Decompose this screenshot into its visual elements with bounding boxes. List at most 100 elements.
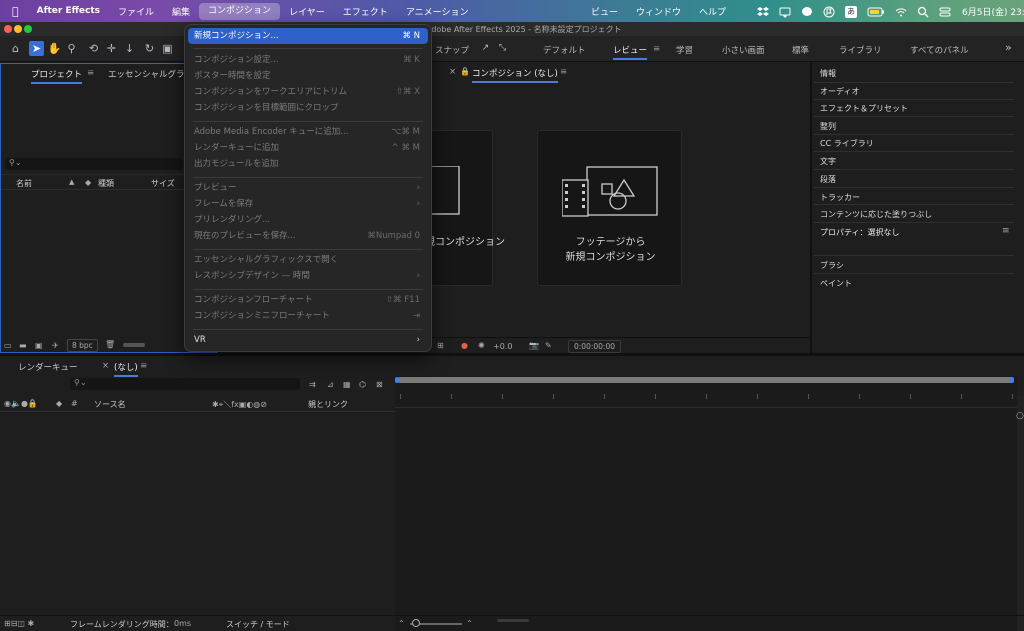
hand-tool-icon[interactable]: ✋: [47, 41, 62, 56]
pan-camera-icon[interactable]: ✛: [104, 41, 119, 56]
menu-item-open-in-essential-graphics[interactable]: エッセンシャルグラフィックスで開く: [188, 252, 428, 268]
zoom-slider-thumb[interactable]: [412, 619, 420, 627]
current-timecode[interactable]: 0:00:00:00: [568, 340, 621, 353]
column-name[interactable]: 名前: [16, 178, 32, 189]
panel-paragraph[interactable]: 段落: [820, 174, 836, 185]
panel-character[interactable]: 文字: [820, 156, 836, 167]
tab-essential-graphics[interactable]: エッセンシャルグラ: [108, 68, 185, 80]
column-parent-link[interactable]: 親とリンク: [308, 399, 348, 410]
motion-blur-icon[interactable]: ⊠: [376, 380, 383, 389]
menu-item-add-to-render-queue[interactable]: レンダーキューに追加 ^ ⌘ M: [188, 140, 428, 156]
snap-options-icon[interactable]: ⤡: [495, 41, 510, 56]
panel-audio[interactable]: オーディオ: [820, 86, 859, 97]
work-area-end-handle[interactable]: [1010, 377, 1014, 383]
timeline-graph-area[interactable]: [395, 376, 1017, 631]
layer-number-column[interactable]: #: [71, 399, 78, 408]
zoom-in-icon[interactable]: ⌃: [466, 619, 473, 628]
comp-marker-icon[interactable]: ⎔: [1016, 412, 1024, 422]
exposure-value[interactable]: +0.0: [493, 342, 512, 351]
menu-app-name[interactable]: After Effects: [28, 6, 109, 16]
project-panel-menu-icon[interactable]: ≡: [87, 68, 94, 78]
menu-item-preview[interactable]: プレビュー ›: [188, 180, 428, 196]
close-window-button[interactable]: [4, 25, 12, 33]
av-switches-icon[interactable]: ◉🔈●🔒: [4, 399, 38, 408]
new-composition-icon[interactable]: ▣: [35, 341, 43, 350]
color-channel-icon[interactable]: ●: [461, 341, 468, 350]
cast-icon[interactable]: [779, 6, 791, 18]
home-icon[interactable]: ⌂: [8, 41, 23, 56]
workspace-libraries[interactable]: ライブラリ: [839, 44, 882, 56]
zoom-out-icon[interactable]: ⌃: [398, 619, 405, 628]
flag-icon[interactable]: [823, 6, 835, 18]
draft-3d-icon[interactable]: ⊿: [327, 380, 334, 389]
menu-item-save-frame[interactable]: フレームを保存 ›: [188, 196, 428, 212]
menu-item-pre-render[interactable]: プリレンダリング...: [188, 212, 428, 228]
control-center-icon[interactable]: [939, 6, 951, 18]
menu-item-composition-settings[interactable]: コンポジション設定... ⌘ K: [188, 52, 428, 68]
exposure-icon[interactable]: ✺: [478, 341, 485, 350]
thumbnail-size-slider[interactable]: [123, 343, 145, 347]
menu-item-save-current-preview[interactable]: 現在のプレビューを保存... ⌘Numpad 0: [188, 228, 428, 244]
dolly-camera-icon[interactable]: ↓: [122, 41, 137, 56]
apple-menu-icon[interactable]: : [0, 5, 28, 18]
tab-timeline-none[interactable]: (なし): [114, 361, 138, 377]
search-icon[interactable]: [917, 6, 929, 18]
trash-icon[interactable]: 🗑: [105, 340, 115, 349]
panel-info[interactable]: 情報: [820, 68, 836, 79]
menu-file[interactable]: ファイル: [109, 5, 163, 18]
shy-layers-icon[interactable]: ▦: [343, 380, 351, 389]
menu-view[interactable]: ビュー: [582, 5, 627, 18]
menu-help[interactable]: ヘルプ: [690, 5, 735, 18]
work-area-bar[interactable]: [397, 377, 1014, 383]
panel-cc-libraries[interactable]: CC ライブラリ: [820, 138, 874, 149]
workspace-review[interactable]: レビュー: [613, 44, 648, 60]
workspace-learn[interactable]: 学習: [676, 44, 693, 56]
timeline-scrollbar[interactable]: [1017, 396, 1024, 631]
menu-item-composition-flowchart[interactable]: コンポジションフローチャート ⇧⌘ F11: [188, 292, 428, 308]
menu-layer[interactable]: レイヤー: [280, 5, 334, 18]
panel-brushes[interactable]: ブラシ: [820, 260, 844, 271]
panel-content-aware-fill[interactable]: コンテンツに応じた塗りつぶし: [820, 209, 932, 220]
show-snapshot-icon[interactable]: ✎: [545, 341, 552, 350]
column-source-name[interactable]: ソース名: [94, 399, 126, 410]
minimize-window-button[interactable]: [14, 25, 22, 33]
menu-item-crop-to-region[interactable]: コンポジションを目標範囲にクロップ: [188, 100, 428, 116]
panel-paint[interactable]: ペイント: [820, 278, 852, 289]
composition-panel-menu-icon[interactable]: ≡: [560, 67, 567, 77]
menu-composition[interactable]: コンポジション: [199, 2, 281, 20]
menu-edit[interactable]: 編集: [163, 5, 199, 18]
layer-switches-icon[interactable]: ✱⌖＼fx▣◐◍⊘: [212, 399, 267, 410]
close-tab-icon[interactable]: ×: [449, 67, 456, 77]
workspace-overflow-button[interactable]: »: [1005, 41, 1012, 54]
menu-animation[interactable]: アニメーション: [397, 5, 478, 18]
orbit-camera-icon[interactable]: ⟲: [86, 41, 101, 56]
timeline-search-input[interactable]: ⚲⌄: [70, 378, 300, 390]
snap-expand-icon[interactable]: ↗: [478, 41, 493, 56]
zoom-tool-icon[interactable]: ⚲: [64, 41, 79, 56]
workspace-default[interactable]: デフォルト: [543, 44, 586, 56]
menu-item-vr[interactable]: VR ›: [188, 332, 428, 348]
properties-menu-icon[interactable]: ≡: [1002, 226, 1010, 236]
selection-tool-icon[interactable]: ➤: [29, 41, 44, 56]
panel-divider[interactable]: [810, 63, 812, 353]
tab-render-queue[interactable]: レンダーキュー: [18, 361, 78, 373]
close-tab-icon[interactable]: ×: [102, 361, 109, 371]
timeline-navigator[interactable]: [497, 619, 529, 622]
menu-item-set-poster-time[interactable]: ポスター時間を設定: [188, 68, 428, 84]
bit-depth-button[interactable]: 8 bpc: [67, 339, 98, 352]
new-folder-icon[interactable]: ▬: [19, 341, 27, 350]
timeline-menu-icon[interactable]: ≡: [140, 361, 147, 371]
line-icon[interactable]: [801, 6, 813, 18]
label-tag-icon[interactable]: ◆: [56, 399, 62, 408]
menu-item-add-output-module[interactable]: 出力モジュールを追加: [188, 156, 428, 172]
sort-icon[interactable]: ▲: [69, 178, 74, 186]
toggle-switches-modes[interactable]: スイッチ / モード: [226, 619, 290, 630]
menubar-clock[interactable]: 6月5日(金) 23:31: [962, 5, 1024, 18]
new-comp-from-footage-card[interactable]: フッテージから 新規コンポジション: [537, 130, 682, 286]
dropbox-icon[interactable]: [757, 6, 769, 18]
menu-item-add-to-media-encoder[interactable]: Adobe Media Encoder キューに追加... ⌥⌘ M: [188, 124, 428, 140]
ime-indicator[interactable]: あ: [845, 5, 857, 18]
snapshot-icon[interactable]: 📷: [529, 341, 539, 350]
timeline-footer-toggles-icon[interactable]: ⊞⊟◫ ✱: [4, 619, 34, 628]
work-area-start-handle[interactable]: [395, 377, 399, 383]
